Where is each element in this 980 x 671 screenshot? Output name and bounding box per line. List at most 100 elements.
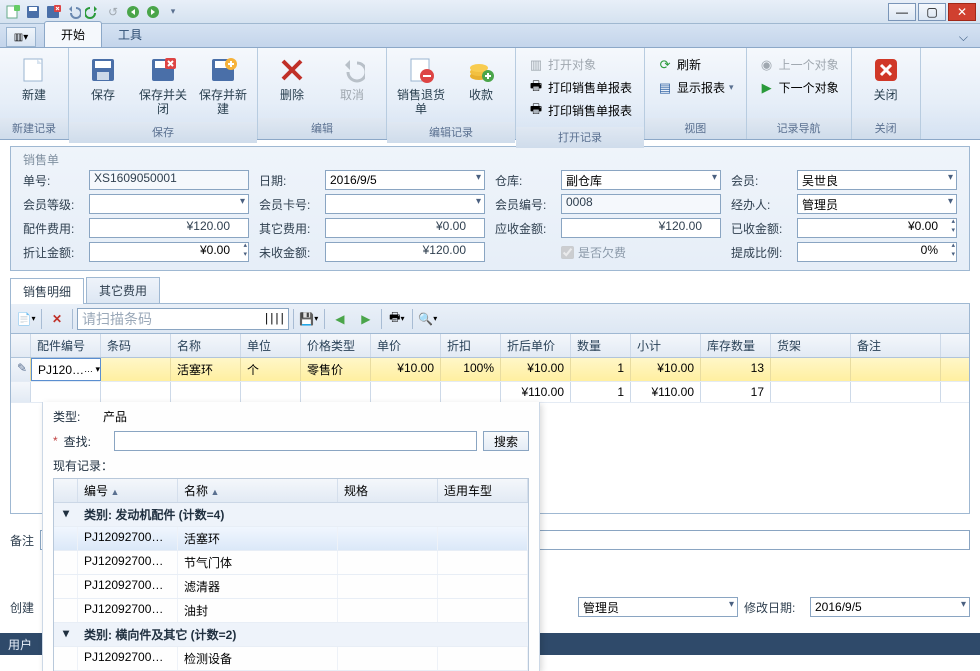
cell-partno[interactable]: PJ120…… ▾ [31,358,101,381]
grid-delete-icon[interactable]: ✕ [46,308,68,330]
cell [171,382,241,402]
cell: ¥10.00 [371,358,441,381]
lhdr-id[interactable]: 编号 [78,479,178,502]
row-edit-icon: ✎ [11,358,31,381]
printer-icon: 🖶 [528,80,544,96]
tab-other-fee[interactable]: 其它费用 [86,277,160,303]
qat-prev-icon[interactable] [124,3,142,21]
show-report-button[interactable]: ▤显示报表 ▾ [653,77,738,98]
close-window-button[interactable]: ✕ [948,3,976,21]
qat-next-icon[interactable] [144,3,162,21]
lbl-type: 类型: [53,408,97,425]
new-button[interactable]: 新建 [6,52,62,104]
list-item[interactable]: PJ12092700…滤清器 [54,575,528,599]
hdr-unit[interactable]: 单位 [241,334,301,357]
ribbon-minimize-icon[interactable]: ⌵ [953,28,974,47]
hdr-name[interactable]: 名称 [171,334,241,357]
cell [851,358,941,381]
delete-button[interactable]: 删除 [264,52,320,104]
next-object-button[interactable]: ▶下一个对象 [755,77,843,98]
lhdr-spec[interactable]: 规格 [338,479,438,502]
lbl-partfee: 配件费用: [19,220,83,237]
maximize-button[interactable]: ▢ [918,3,946,21]
hdr-discprice[interactable]: 折后单价 [501,334,571,357]
list-item[interactable]: PJ12092700…活塞环 [54,527,528,551]
minimize-button[interactable]: — [888,3,916,21]
hdr-shelf[interactable]: 货架 [771,334,851,357]
hdr-subtotal[interactable]: 小计 [631,334,701,357]
hdr-discount[interactable]: 折扣 [441,334,501,357]
tab-start[interactable]: 开始 [44,21,102,47]
field-received[interactable]: ¥0.00 [797,218,957,238]
file-menu-button[interactable]: ▥▾ [6,27,36,47]
collect-button[interactable]: 收款 [453,52,509,104]
hdr-remark[interactable]: 备注 [851,334,941,357]
print-report1-button[interactable]: 🖶打印销售单报表 [524,77,636,98]
barcode-scan-field[interactable]: |||| [77,308,289,330]
group-nav-caption: 记录导航 [747,118,851,139]
list-item[interactable]: PJ12092700…油封 [54,599,528,623]
close-button[interactable]: 关闭 [858,52,914,104]
lookup-group[interactable]: ▾类别: 横向件及其它 (计数=2) [54,623,528,647]
qat-undo-icon[interactable] [64,3,82,21]
lhdr-model[interactable]: 适用车型 [438,479,528,502]
grid-prev-icon[interactable]: ◀ [329,308,351,330]
hdr-price[interactable]: 单价 [371,334,441,357]
barcode-input[interactable] [82,311,263,327]
cell [371,382,441,402]
save-button[interactable]: 保存 [75,52,131,104]
next-icon: ▶ [759,80,775,96]
list-item[interactable]: PJ12092700…检测设备 [54,647,528,671]
print-report2-button[interactable]: 🖶打印销售单报表 [524,100,636,121]
title-bar: ↺ ▾ — ▢ ✕ [0,0,980,24]
hdr-pricetype[interactable]: 价格类型 [301,334,371,357]
lhdr-name[interactable]: 名称 [178,479,338,502]
cell [771,382,851,402]
lookup-group[interactable]: ▾类别: 发动机配件 (计数=4) [54,503,528,527]
field-member[interactable] [797,170,957,190]
quick-access-toolbar: ↺ ▾ [4,3,182,21]
tab-tools[interactable]: 工具 [102,22,158,47]
tab-sales-detail[interactable]: 销售明细 [10,278,84,304]
list-item[interactable]: PJ12092700…节气门体 [54,551,528,575]
grid-save-icon[interactable]: 💾▾ [298,308,320,330]
field-commission[interactable]: 0% [797,242,957,262]
return-button[interactable]: 销售退货单 [393,52,449,118]
grid-next-icon[interactable]: ▶ [355,308,377,330]
hdr-barcode[interactable]: 条码 [101,334,171,357]
field-receivable: ¥120.00 [561,218,721,238]
qat-save-icon[interactable] [24,3,42,21]
field-memid: 0008 [561,194,721,214]
field-discount[interactable]: ¥0.00 [89,242,249,262]
field-memlevel[interactable] [89,194,249,214]
hdr-qty[interactable]: 数量 [571,334,631,357]
field-modifydate[interactable] [810,597,970,617]
grid-search-icon[interactable]: 🔍▾ [417,308,439,330]
grid-new-icon[interactable]: 📄▾ [15,308,37,330]
hdr-partno[interactable]: 配件编号 [31,334,101,357]
qat-reset-icon[interactable]: ↺ [104,3,122,21]
qat-new-icon[interactable] [4,3,22,21]
field-memcard[interactable] [325,194,485,214]
field-date[interactable] [325,170,485,190]
qat-customize-icon[interactable]: ▾ [164,3,182,21]
qat-save-close-icon[interactable] [44,3,62,21]
delete-icon [276,54,308,86]
lbl-memcard: 会员卡号: [255,196,319,213]
refresh-button[interactable]: ⟳刷新 [653,54,738,75]
save-close-button[interactable]: 保存并关闭 [135,52,191,118]
lbl-warehouse: 仓库: [491,172,555,189]
hdr-stock[interactable]: 库存数量 [701,334,771,357]
grid-print-icon[interactable]: 🖶▾ [386,308,408,330]
field-warehouse[interactable] [561,170,721,190]
refresh-label: 刷新 [677,56,701,73]
table-row[interactable]: ✎ PJ120…… ▾ 活塞环 个 零售价 ¥10.00 100% ¥10.00… [11,358,969,382]
search-input[interactable] [114,431,477,451]
save-new-button[interactable]: 保存并新建 [195,52,251,118]
field-operator[interactable] [797,194,957,214]
field-creator2[interactable] [578,597,738,617]
table-row[interactable]: ¥110.00 1 ¥110.00 17 [11,382,969,403]
next-label: 下一个对象 [779,79,839,96]
qat-redo-icon[interactable] [84,3,102,21]
search-button[interactable]: 搜索 [483,431,529,451]
